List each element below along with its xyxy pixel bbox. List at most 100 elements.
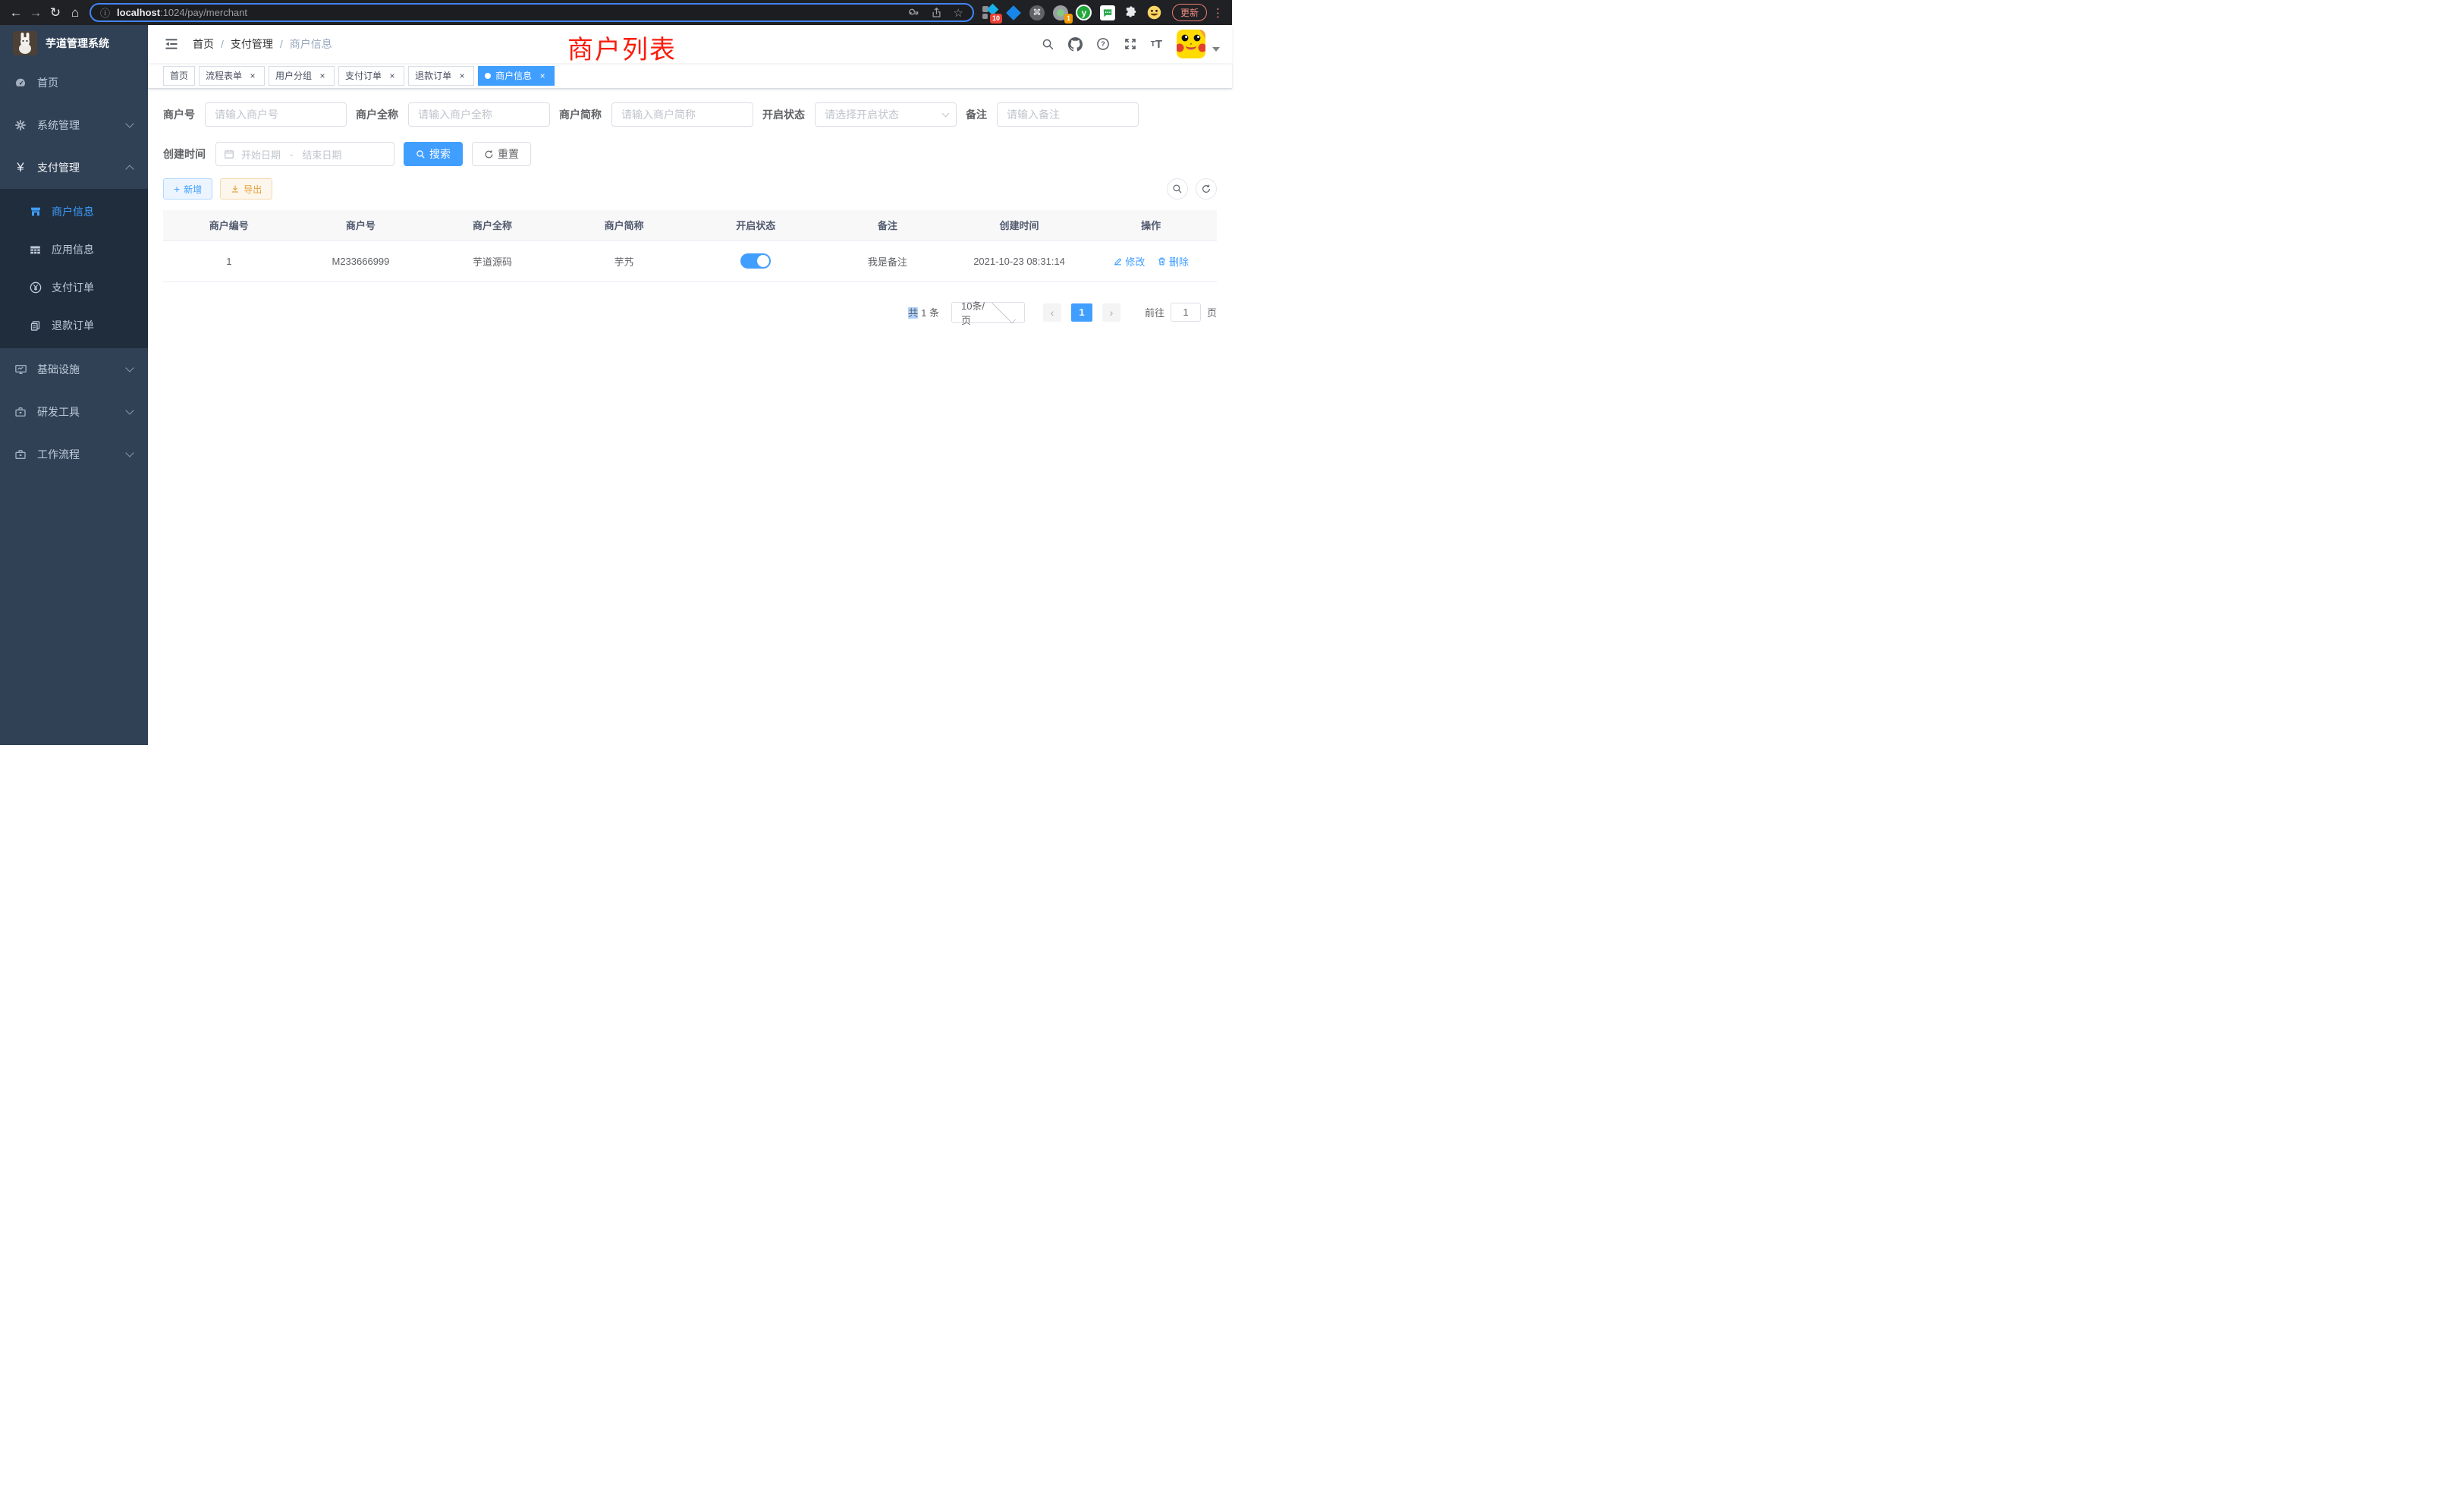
next-page-button[interactable]: › [1102,303,1120,322]
plus-icon: + [174,184,180,194]
breadcrumb-pay[interactable]: 支付管理 [231,36,273,52]
share-icon[interactable] [931,7,942,19]
fullscreen-icon[interactable] [1117,33,1144,55]
help-icon[interactable]: ? [1089,33,1117,55]
current-page-button[interactable]: 1 [1071,303,1092,322]
create-time-label: 创建时间 [163,146,206,162]
chevron-down-icon [992,299,1016,323]
extension-strip: 10 ⌘ 1 y [982,5,1163,21]
reset-button[interactable]: 重置 [472,142,531,166]
extension-yuque-icon[interactable]: y [1076,5,1092,21]
goto-page-input[interactable] [1171,303,1201,322]
close-icon[interactable]: × [537,71,548,81]
toolbox-icon [14,406,27,418]
store-icon [29,206,42,218]
header-search-icon[interactable] [1035,33,1061,55]
edit-link[interactable]: 修改 [1113,254,1145,269]
sidebar-logo-row[interactable]: 芋道管理系统 [0,25,148,61]
profile-emoji-icon[interactable] [1146,5,1163,21]
tab-process-form[interactable]: 流程表单 × [199,66,265,86]
extension-notification-icon[interactable]: 1 [1052,5,1069,21]
extensions-puzzle-icon[interactable] [1123,5,1139,21]
avatar-caret-icon[interactable] [1212,47,1220,52]
add-button[interactable]: + 新增 [163,178,212,200]
search-button[interactable]: 搜索 [404,142,463,166]
sidebar-item-pay[interactable]: ¥ 支付管理 [0,146,148,189]
extension-command-icon[interactable]: ⌘ [1029,5,1045,21]
github-icon[interactable] [1061,33,1089,56]
close-icon[interactable]: × [317,71,328,81]
close-icon[interactable]: × [387,71,398,81]
refresh-icon [484,149,494,159]
close-icon[interactable]: × [457,71,467,81]
browser-reload-icon[interactable]: ↻ [46,3,65,23]
dashboard-icon [14,77,27,89]
breadcrumb-home[interactable]: 首页 [193,36,214,52]
sidebar-item-devtools[interactable]: 研发工具 [0,391,148,433]
cell-create-time: 2021-10-23 08:31:14 [954,240,1086,281]
create-time-range-picker[interactable]: 开始日期 - 结束日期 [215,142,394,166]
extension-chat-icon[interactable] [1099,5,1116,21]
prev-page-button[interactable]: ‹ [1043,303,1061,322]
end-date-placeholder: 结束日期 [302,147,341,162]
cell-actions: 修改 删除 [1085,240,1217,281]
gear-icon [14,119,27,131]
short-name-input[interactable] [611,102,753,127]
browser-home-icon[interactable]: ⌂ [65,3,85,23]
sidebar-item-label: 应用信息 [52,242,94,257]
user-avatar[interactable] [1177,30,1205,58]
toggle-search-button[interactable] [1167,178,1188,200]
browser-menu-icon[interactable]: ⋮ [1210,6,1226,20]
short-name-label: 商户简称 [559,107,602,122]
extension-grid-icon[interactable]: 10 [982,5,998,21]
tab-refund-order[interactable]: 退款订单 × [408,66,474,86]
status-select[interactable]: 请选择开启状态 [815,102,957,127]
password-key-icon[interactable] [907,7,919,19]
remark-label: 备注 [966,107,987,122]
sidebar-item-refund-order[interactable]: 退款订单 [0,306,148,344]
address-bar[interactable]: ⓘ localhost:1024/pay/merchant ☆ [90,3,974,22]
table-row: 1 M233666999 芋道源码 芋艿 我是备注 2021-10-23 08:… [163,240,1217,281]
chevron-down-icon [942,110,950,118]
sidebar-item-system[interactable]: 系统管理 [0,104,148,146]
delete-link[interactable]: 删除 [1157,254,1189,269]
col-short-name: 商户简称 [558,210,690,240]
sidebar-item-home[interactable]: 首页 [0,61,148,104]
bookmark-star-icon[interactable]: ☆ [954,6,963,20]
merchant-no-input[interactable] [205,102,347,127]
extension-diamond-icon[interactable] [1005,5,1022,21]
browser-forward-icon[interactable]: → [26,3,46,23]
chevron-down-icon [125,363,134,372]
tab-user-group[interactable]: 用户分组 × [269,66,335,86]
font-size-icon[interactable]: TT [1144,33,1169,55]
cell-short-name: 芋艿 [558,240,690,281]
calendar-icon [224,149,234,159]
remark-input[interactable] [997,102,1139,127]
sidebar-toggle-icon[interactable] [159,32,184,56]
chevron-down-icon [125,406,134,414]
sidebar-item-merchant-info[interactable]: 商户信息 [0,193,148,231]
full-name-input[interactable] [408,102,550,127]
cell-remark: 我是备注 [822,240,954,281]
chrome-update-button[interactable]: 更新 [1172,4,1207,21]
browser-back-icon[interactable]: ← [6,3,26,23]
site-info-icon[interactable]: ⓘ [100,5,110,20]
sidebar-item-app-info[interactable]: 应用信息 [0,231,148,269]
tab-merchant-info[interactable]: 商户信息 × [478,66,555,86]
cell-merchant-id: 1 [163,240,295,281]
sidebar-item-pay-order[interactable]: 支付订单 [0,269,148,306]
documents-icon [29,320,42,332]
status-toggle[interactable] [740,253,771,269]
tab-home[interactable]: 首页 [163,66,195,86]
page-size-select[interactable]: 10条/页 [951,302,1025,323]
merchant-no-label: 商户号 [163,107,195,122]
close-icon[interactable]: × [247,71,258,81]
merchant-table: 商户编号 商户号 商户全称 商户简称 开启状态 备注 创建时间 操作 1 M23… [163,210,1217,282]
page-content: 商户号 商户全称 商户简称 开启状态 请选择开启状态 [148,89,1232,745]
col-merchant-id: 商户编号 [163,210,295,240]
sidebar-item-infra[interactable]: 基础设施 [0,348,148,391]
export-button[interactable]: 导出 [220,178,272,200]
refresh-table-button[interactable] [1196,178,1217,200]
sidebar-item-workflow[interactable]: 工作流程 [0,433,148,476]
tab-pay-order[interactable]: 支付订单 × [338,66,404,86]
